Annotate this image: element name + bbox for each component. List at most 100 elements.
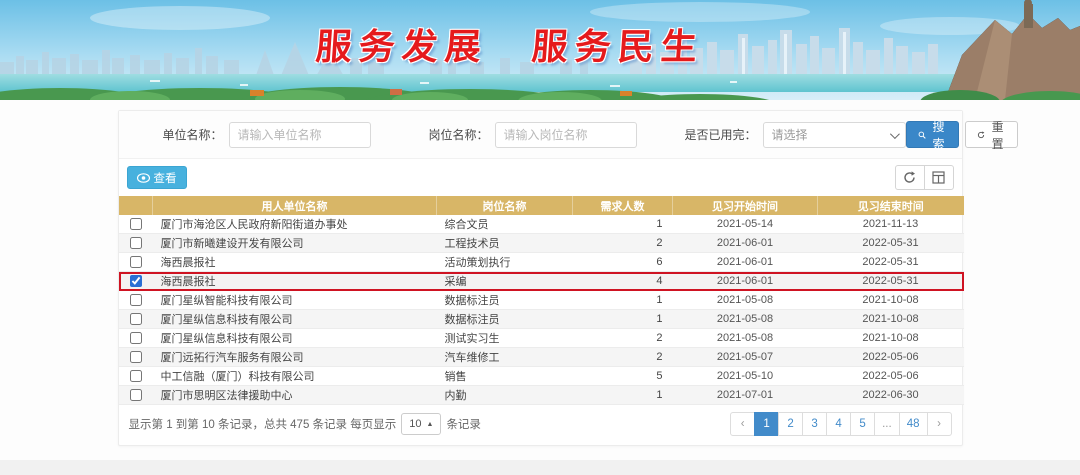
- column-header[interactable]: 用人单位名称: [152, 196, 437, 215]
- unit-name-input[interactable]: [228, 121, 371, 148]
- view-button[interactable]: 查看: [126, 166, 187, 189]
- row-checkbox-cell: [118, 347, 153, 367]
- table-row[interactable]: 海西晨报社 活动策划执行 6 2021-06-01 2022-05-31: [118, 252, 964, 272]
- pagination-page-3[interactable]: 3: [802, 412, 828, 436]
- position-cell: 综合文员: [436, 215, 573, 234]
- row-checkbox[interactable]: [129, 370, 142, 383]
- row-checkbox[interactable]: [129, 218, 142, 231]
- table-row[interactable]: 厦门星纵智能科技有限公司 数据标注员 1 2021-05-08 2021-10-08: [118, 290, 964, 310]
- position-filter-group: 岗位名称：: [429, 121, 637, 148]
- start-cell: 2021-06-01: [672, 271, 818, 291]
- records-summary: 显示第 1 到第 10 条记录，总共 475 条记录 每页显示 10 ▲ 条记录: [129, 413, 481, 435]
- start-cell: 2021-05-08: [672, 328, 818, 348]
- eye-icon: [136, 172, 150, 183]
- end-cell: 2022-05-31: [817, 252, 964, 272]
- column-header[interactable]: 见习结束时间: [817, 196, 964, 215]
- table-row[interactable]: 厦门星纵信息科技有限公司 测试实习生 2 2021-05-08 2021-10-08: [118, 328, 964, 348]
- row-checkbox-cell: [118, 233, 153, 253]
- reset-button[interactable]: 重置: [964, 120, 1018, 151]
- start-cell: 2021-05-10: [672, 366, 818, 386]
- refresh-table-button[interactable]: [894, 165, 925, 190]
- columns-grid-icon: [932, 171, 945, 184]
- pagination-next[interactable]: ›: [926, 412, 952, 436]
- end-cell: 2021-11-13: [817, 215, 964, 234]
- caret-up-icon: ▲: [426, 420, 434, 428]
- end-cell: 2022-05-06: [817, 347, 964, 367]
- position-cell: 数据标注员: [436, 309, 573, 329]
- summary-left-text: 显示第 1 到第 10 条记录，总共 475 条记录 每页显示: [128, 419, 397, 431]
- page-size-dropdown[interactable]: 10 ▲: [401, 413, 442, 435]
- start-cell: 2021-05-14: [672, 215, 818, 234]
- row-checkbox[interactable]: [129, 332, 142, 345]
- position-cell: 工程技术员: [436, 233, 573, 253]
- column-header[interactable]: 需求人数: [572, 196, 673, 215]
- row-checkbox-cell: [118, 328, 153, 348]
- column-header[interactable]: 见习开始时间: [672, 196, 818, 215]
- search-icon: [918, 131, 926, 139]
- pagination-page-2[interactable]: 2: [778, 412, 804, 436]
- table-row[interactable]: 厦门远拓行汽车服务有限公司 汽车维修工 2 2021-05-07 2022-05-06: [118, 347, 964, 367]
- used-up-filter-group: 是否已用完： 请选择: [685, 121, 906, 148]
- table-footer: 显示第 1 到第 10 条记录，总共 475 条记录 每页显示 10 ▲ 条记录…: [119, 405, 962, 445]
- count-cell: 1: [572, 290, 673, 310]
- employer-cell: 厦门市海沧区人民政府新阳街道办事处: [152, 215, 437, 234]
- column-header[interactable]: 岗位名称: [436, 196, 573, 215]
- search-button-label: 搜索: [932, 119, 945, 151]
- table-body: 厦门市海沧区人民政府新阳街道办事处 综合文员 1 2021-05-14 2021-11-…: [118, 215, 964, 405]
- end-cell: 2022-05-31: [817, 271, 964, 291]
- table-row[interactable]: 厦门星纵信息科技有限公司 数据标注员 1 2021-05-08 2021-10-08: [118, 309, 964, 329]
- row-checkbox-cell: [118, 385, 153, 405]
- end-cell: 2022-05-06: [817, 366, 964, 386]
- row-checkbox[interactable]: [129, 351, 142, 364]
- position-cell: 数据标注员: [436, 290, 573, 310]
- row-checkbox-cell: [118, 215, 153, 234]
- employer-cell: 海西晨报社: [152, 252, 437, 272]
- table-row-selected[interactable]: 海西晨报社 采编 4 2021-06-01 2022-05-31: [118, 271, 964, 291]
- position-cell: 内勤: [436, 385, 573, 405]
- count-cell: 1: [572, 309, 673, 329]
- table-row[interactable]: 厦门市思明区法律援助中心 内勤 1 2021-07-01 2022-06-30: [118, 385, 964, 405]
- table-row[interactable]: 中工信融（厦门）科技有限公司 销售 5 2021-05-10 2022-05-06: [118, 366, 964, 386]
- row-checkbox[interactable]: [129, 313, 142, 326]
- search-button[interactable]: 搜索: [905, 120, 959, 151]
- table-row[interactable]: 厦门市新曦建设开发有限公司 工程技术员 2 2021-06-01 2022-05-31: [118, 233, 964, 253]
- used-up-select[interactable]: 请选择: [762, 121, 906, 148]
- table-row[interactable]: 厦门市海沧区人民政府新阳街道办事处 综合文员 1 2021-05-14 2021-11-…: [118, 215, 964, 234]
- row-checkbox-cell: [118, 366, 153, 386]
- start-cell: 2021-05-07: [672, 347, 818, 367]
- row-checkbox[interactable]: [129, 294, 142, 307]
- filter-bar: 单位名称： 岗位名称： 是否已用完： 请选择 搜索: [118, 111, 1018, 159]
- count-cell: 2: [572, 347, 673, 367]
- pagination-page-48[interactable]: 48: [898, 412, 928, 436]
- unit-name-label: 单位名称：: [162, 128, 223, 142]
- listings-table: 用人单位名称 岗位名称 需求人数 见习开始时间 见习结束时间 厦门市海沧区人民政府新阳街…: [118, 196, 964, 405]
- position-cell: 测试实习生: [436, 328, 573, 348]
- start-cell: 2021-07-01: [672, 385, 818, 405]
- pagination-prev[interactable]: ‹: [730, 412, 756, 436]
- count-cell: 2: [572, 328, 673, 348]
- employer-cell: 厦门远拓行汽车服务有限公司: [152, 347, 437, 367]
- banner-slogan-left: 服务发展: [314, 26, 490, 68]
- refresh-icon: [904, 171, 915, 183]
- count-cell: 6: [572, 252, 673, 272]
- position-cell: 销售: [436, 366, 573, 386]
- pagination-page-1[interactable]: 1: [754, 412, 780, 436]
- start-cell: 2021-05-08: [672, 290, 818, 310]
- pagination-page-5[interactable]: 5: [850, 412, 876, 436]
- end-cell: 2022-05-31: [817, 233, 964, 253]
- row-checkbox[interactable]: [129, 256, 142, 269]
- employer-cell: 海西晨报社: [152, 271, 437, 291]
- employer-cell: 厦门市思明区法律援助中心: [152, 385, 437, 405]
- pagination-ellipsis[interactable]: ...: [874, 412, 900, 436]
- count-cell: 4: [572, 271, 673, 291]
- end-cell: 2022-06-30: [817, 385, 964, 405]
- refresh-icon: [977, 130, 984, 138]
- row-checkbox[interactable]: [129, 275, 142, 288]
- pagination-page-4[interactable]: 4: [826, 412, 852, 436]
- columns-toggle-button[interactable]: [923, 165, 954, 190]
- count-cell: 2: [572, 233, 673, 253]
- header-checkbox-column: [118, 196, 153, 215]
- position-name-input[interactable]: [494, 121, 637, 148]
- row-checkbox[interactable]: [129, 237, 142, 250]
- row-checkbox[interactable]: [129, 389, 142, 402]
